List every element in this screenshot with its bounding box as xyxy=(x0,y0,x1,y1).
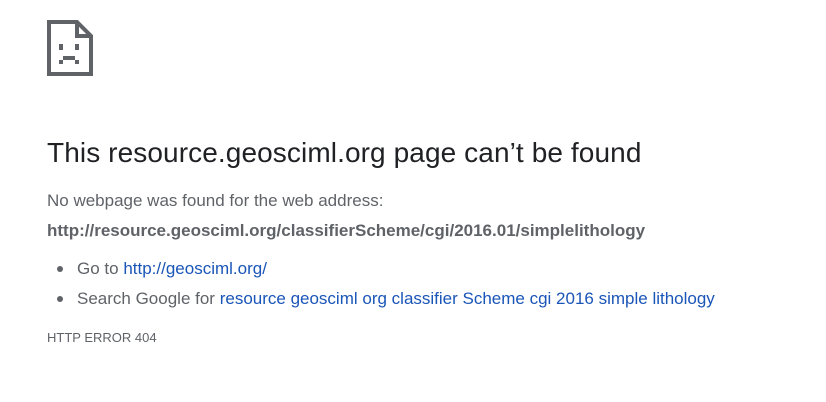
error-code: HTTP ERROR 404 xyxy=(47,330,157,345)
google-search-link[interactable]: resource geosciml org classifier Scheme … xyxy=(220,289,715,308)
sad-page-icon xyxy=(47,20,93,76)
error-page: This resource.geosciml.org page can’t be… xyxy=(47,20,806,346)
bullet-icon xyxy=(57,266,63,272)
goto-site-link[interactable]: http://geosciml.org/ xyxy=(123,259,267,278)
suggestion-search: Search Google for resource geosciml org … xyxy=(57,288,806,310)
search-prefix: Search Google for xyxy=(77,289,215,308)
page-title: This resource.geosciml.org page can’t be… xyxy=(47,137,642,168)
suggestions-list: Go to http://geosciml.org/ Search Google… xyxy=(47,258,806,310)
goto-prefix: Go to xyxy=(77,259,119,278)
suggestion-goto: Go to http://geosciml.org/ xyxy=(57,258,806,280)
requested-url: http://resource.geosciml.org/classifierS… xyxy=(47,221,646,240)
bullet-icon xyxy=(57,296,63,302)
error-description: No webpage was found for the web address… xyxy=(47,191,384,210)
